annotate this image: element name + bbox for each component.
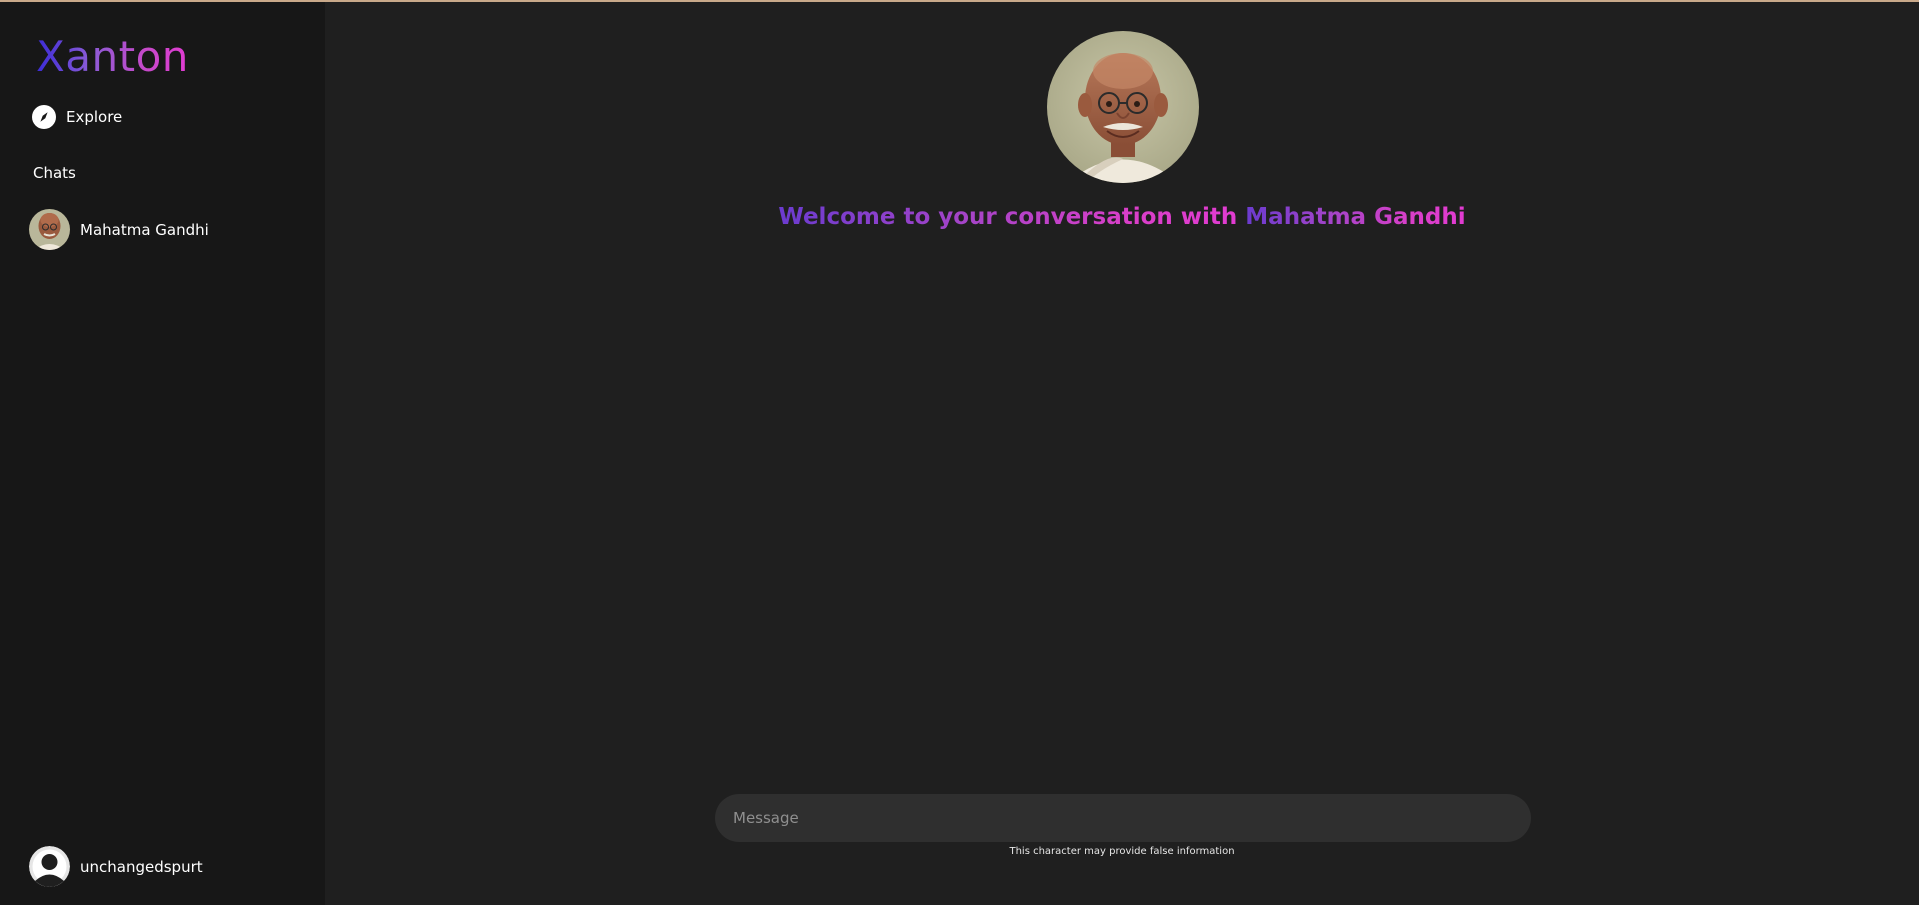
welcome-prefix: Welcome to your conversation with [778,204,1246,230]
message-box [715,794,1531,842]
chat-main: Welcome to your conversation with Mahatm… [325,0,1919,905]
compass-icon [32,105,56,129]
app-logo[interactable]: Xanton [36,30,189,84]
sidebar-item-explore[interactable]: Explore [32,105,122,129]
sidebar-item-label: Explore [66,108,123,126]
gandhi-portrait-icon [1047,31,1199,183]
welcome-heading: Welcome to your conversation with Mahatm… [325,204,1919,230]
gandhi-portrait-icon [29,209,70,250]
character-avatar [1047,31,1199,183]
sidebar: Xanton Explore Chats Mahatma Gandhi unch… [0,0,325,905]
user-avatar-icon [29,846,70,887]
username: unchangedspurt [80,857,203,876]
disclaimer-text: This character may provide false informa… [1009,846,1235,857]
chat-name: Mahatma Gandhi [80,220,209,239]
welcome-character-name: Mahatma Gandhi [1245,204,1466,230]
avatar [29,209,70,250]
chats-heading: Chats [33,164,76,182]
chat-item-mahatma-gandhi[interactable]: Mahatma Gandhi [29,209,209,250]
user-profile[interactable]: unchangedspurt [29,846,203,887]
message-input[interactable] [731,797,1515,839]
top-accent-line [0,0,1919,2]
app-root: Xanton Explore Chats Mahatma Gandhi unch… [0,0,1919,905]
